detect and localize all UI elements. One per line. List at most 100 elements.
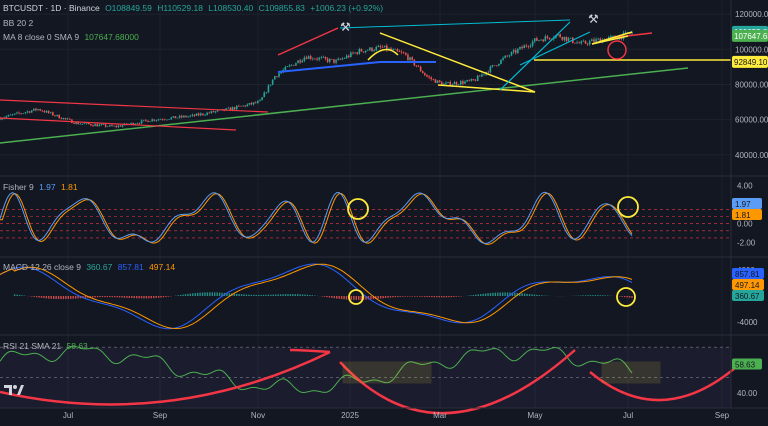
fisher-value-1: 1.97 [39, 182, 56, 192]
macd-histogram-bar [514, 292, 516, 296]
rsi-pane[interactable] [0, 345, 736, 415]
candle-body [212, 111, 215, 113]
candle-body [322, 57, 325, 58]
tradingview-logo-icon[interactable] [4, 383, 24, 397]
candle-body [52, 112, 54, 116]
macd-histogram-bar [475, 294, 477, 296]
candle-body [170, 117, 173, 120]
candle-body [595, 39, 597, 42]
macd-histogram-bar [218, 292, 221, 296]
candle-body [178, 115, 181, 118]
macd-histogram-bar [306, 294, 309, 296]
candle-body [489, 66, 492, 73]
macd-histogram-bar [179, 294, 182, 296]
macd-histogram-bar [301, 294, 304, 296]
macd-histogram-bar [440, 296, 443, 298]
macd-histogram-bar [323, 296, 326, 297]
candle-body [341, 58, 344, 60]
macd-histogram-bar [338, 296, 340, 299]
candle-body [303, 57, 306, 61]
macd-histogram-bar [404, 296, 406, 297]
macd-histogram-bar [331, 296, 333, 298]
macd-histogram-bar [199, 292, 201, 296]
candle-body [24, 112, 27, 114]
candle-body [54, 115, 56, 116]
macd-histogram-bar [309, 294, 311, 296]
candle-body [318, 57, 320, 60]
candle-body [364, 50, 367, 53]
macd-histogram-bar [265, 294, 267, 296]
candle-body [354, 52, 356, 54]
candle-body [187, 116, 189, 118]
candle-body [472, 79, 475, 81]
macd-histogram-bar [62, 296, 65, 300]
macd-legend[interactable]: MACD 12 26 close 9 360.67 857.81 497.14 [3, 262, 178, 272]
candle-body [360, 49, 363, 52]
macd-histogram-bar [414, 296, 416, 297]
candle-body [113, 126, 115, 127]
ma-legend[interactable]: MA 8 close 0 SMA 9 107647.68000 [3, 32, 142, 42]
macd-histogram-bar [494, 292, 497, 296]
chart-canvas[interactable]: ⚒ ⚒ 40000.00 60000.00 80000.00 100000.00 1200… [0, 0, 768, 426]
candle-body [350, 52, 352, 58]
candle-body [242, 105, 244, 107]
candle-body [140, 120, 143, 124]
candle-body [457, 84, 460, 86]
candle-body [39, 109, 41, 111]
macd-histogram-bar [489, 293, 492, 296]
bb-legend[interactable]: BB 20 2 [3, 18, 36, 28]
macd-histogram-bar [118, 296, 121, 298]
hammer-icon: ⚒ [588, 12, 599, 26]
candle-body [576, 42, 578, 44]
candle-body [301, 60, 304, 63]
candle-body [295, 63, 297, 66]
macd-histogram-bar [294, 294, 296, 296]
macd-histogram-bar [104, 296, 106, 298]
candle-body [402, 52, 405, 54]
candle-body [106, 126, 109, 127]
macd-histogram-bar [592, 295, 594, 296]
macd-histogram-bar [52, 296, 55, 299]
rsi-legend[interactable]: RSI 21 SMA 21 58.63 [3, 341, 91, 351]
candle-body [83, 123, 86, 125]
macd-histogram-bar [387, 296, 389, 298]
macd-histogram-bar [304, 294, 306, 296]
candle-body [358, 49, 361, 54]
macd-value-3: 497.14 [149, 262, 176, 272]
fisher-value-tag-label: 1.81 [735, 211, 751, 220]
macd-histogram-bar [50, 296, 52, 299]
macd-histogram-bar [411, 296, 414, 297]
candle-body [574, 42, 576, 44]
macd-histogram-bar [631, 296, 633, 298]
fisher-legend[interactable]: Fisher 9 1.97 1.81 [3, 182, 81, 192]
macd-histogram-bar [538, 295, 540, 296]
macd-histogram-bar [138, 296, 140, 299]
ohlc-low: L108530.40 [208, 3, 254, 13]
macd-histogram-bar [279, 294, 282, 296]
macd-histogram-bar [619, 296, 621, 297]
candle-body [22, 113, 25, 114]
macd-histogram-bar [126, 296, 128, 298]
candle-body [11, 114, 14, 115]
macd-histogram-bar [192, 293, 194, 296]
macd-histogram-bar [438, 296, 440, 298]
macd-histogram-bar [621, 296, 623, 297]
candle-body [271, 79, 274, 85]
candle-body [43, 111, 46, 113]
candle-body [593, 39, 595, 42]
symbol-title[interactable]: BTCUSDT · 1D · Binance [3, 3, 100, 13]
macd-histogram-bar [209, 292, 211, 296]
candle-body [434, 79, 437, 83]
candle-body [525, 45, 528, 47]
candle-body [591, 39, 593, 42]
candle-body [109, 125, 111, 127]
fisher-axis-label: 4.00 [737, 182, 753, 191]
macd-histogram-bar [523, 293, 526, 296]
candle-body [20, 113, 22, 114]
candle-body [624, 32, 627, 33]
macd-histogram-bar [497, 292, 499, 296]
macd-histogram-bar [541, 295, 543, 296]
candle-body [424, 73, 426, 76]
rsi-axis-label: 40.00 [737, 389, 758, 398]
candle-body [189, 115, 192, 117]
